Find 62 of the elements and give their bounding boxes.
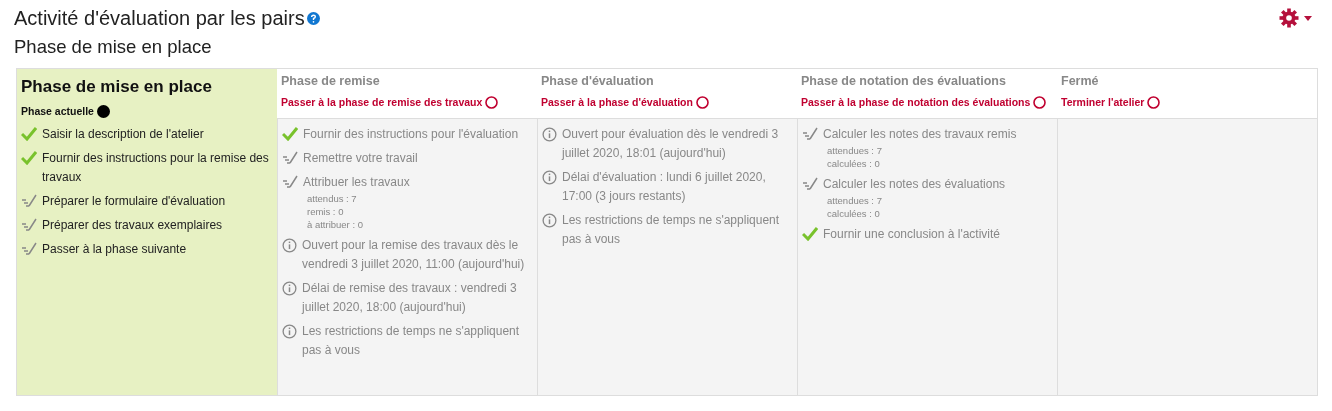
checkmark-icon: [21, 127, 37, 141]
empty-circle-icon[interactable]: [485, 95, 499, 109]
task-text: Préparer des travaux exemplaires: [42, 217, 223, 234]
task-text: Saisir la description de l'atelier: [42, 126, 204, 143]
phase-title: Phase de notation des évaluations: [801, 74, 1007, 88]
dashed-check-icon: [21, 194, 37, 208]
task-text: Ouvert pour évaluation dès le vendredi 3 juillet 2020, 18:01 (aujourd'hui): [562, 126, 780, 162]
info-icon: [282, 238, 297, 253]
info-icon: [542, 127, 557, 142]
page-title: Activité d'évaluation par les pairs: [14, 6, 305, 30]
empty-circle-icon[interactable]: [1033, 95, 1047, 109]
settings-menu-button[interactable]: [1279, 8, 1312, 28]
help-icon[interactable]: [306, 11, 320, 25]
task-detail: calculées : 0: [826, 157, 881, 170]
info-icon: [282, 281, 297, 296]
task-text: Ouvert pour la remise des travaux dès le vendredi 3 juillet 2020, 11:00 (aujourd'hui): [302, 237, 526, 273]
dashed-check-icon: [21, 242, 37, 256]
task-text: Remettre votre travail: [303, 150, 418, 167]
checkmark-icon: [282, 127, 298, 141]
switch-phase-link[interactable]: Passer à la phase de notation des évaluations: [801, 96, 1031, 108]
info-icon: [282, 324, 297, 339]
phase-status: Phase actuelle: [21, 105, 94, 117]
task-text: Passer à la phase suivante: [42, 241, 187, 258]
task-detail: attendus : 7: [306, 192, 358, 205]
phase-title: Phase de remise: [281, 74, 381, 88]
empty-circle-icon[interactable]: [695, 95, 709, 109]
task-detail: à attribuer : 0: [306, 218, 364, 231]
task-text: Les restrictions de temps ne s'appliquent pas à vous: [562, 212, 781, 248]
task-detail: attendues : 7: [826, 194, 883, 207]
phase-title: Phase de mise en place: [21, 77, 213, 97]
task-text: Préparer le formulaire d'évaluation: [42, 193, 226, 210]
task-detail: remis : 0: [306, 205, 345, 218]
info-icon: [542, 170, 557, 185]
phase-title: Phase d'évaluation: [541, 74, 655, 88]
caret-icon: [1304, 15, 1312, 21]
switch-phase-link[interactable]: Terminer l'atelier: [1061, 96, 1145, 108]
task-text: Fournir des instructions pour l'évaluation: [303, 126, 519, 143]
checkmark-icon: [802, 227, 818, 241]
task-text: Calculer les notes des travaux remis: [823, 126, 1017, 143]
task-text: Attribuer les travaux: [303, 174, 410, 191]
settings-icon: [1279, 8, 1299, 28]
dashed-check-icon: [282, 175, 298, 189]
task-text: Calculer les notes des évaluations: [823, 176, 1006, 193]
switch-phase-link[interactable]: Passer à la phase d'évaluation: [541, 96, 693, 108]
filled-circle-icon: [96, 104, 110, 118]
empty-circle-icon[interactable]: [1147, 95, 1161, 109]
dashed-check-icon: [21, 218, 37, 232]
task-text: Les restrictions de temps ne s'appliquent pas à vous: [302, 323, 521, 359]
task-text: Fournir des instructions pour la remise des travaux: [42, 150, 270, 186]
task-detail: calculées : 0: [826, 207, 881, 220]
checkmark-icon: [21, 151, 37, 165]
task-text: Délai de remise des travaux : vendredi 3 juillet 2020, 18:00 (aujourd'hui): [302, 280, 518, 316]
dashed-check-icon: [802, 177, 818, 191]
info-icon: [542, 213, 557, 228]
dashed-check-icon: [802, 127, 818, 141]
phase-title: Fermé: [1061, 74, 1100, 88]
dashed-check-icon: [282, 151, 298, 165]
phase-subtitle: Phase de mise en place: [14, 36, 213, 58]
task-detail: attendues : 7: [826, 144, 883, 157]
task-text: Délai d'évaluation : lundi 6 juillet 2020, 17:00 (3 jours restants): [562, 169, 767, 205]
task-text: Fournir une conclusion à l'activité: [823, 226, 1001, 243]
switch-phase-link[interactable]: Passer à la phase de remise des travaux: [281, 96, 483, 108]
